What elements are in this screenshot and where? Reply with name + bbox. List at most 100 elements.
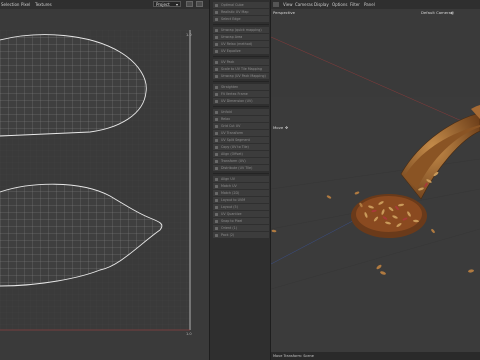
tool-label: Relax <box>221 117 231 121</box>
tool-label: Pack (2) <box>221 233 235 237</box>
tool-item[interactable]: UV Dimension (UV) <box>213 98 269 104</box>
tool-item[interactable]: Unwrap Area <box>213 34 269 40</box>
tool-label: UV Equalize <box>221 49 241 53</box>
menu-textures[interactable]: Textures <box>35 2 52 7</box>
tool-label: Fit Vertex Frame <box>221 92 248 96</box>
tool-icon <box>215 85 218 89</box>
tool-icon <box>215 10 218 14</box>
tool-icon <box>215 28 218 32</box>
tool-icon <box>215 198 218 202</box>
view-nav-icon[interactable] <box>273 2 279 7</box>
menu-filter[interactable]: Filter <box>350 2 360 7</box>
tool-label: UV Quantize <box>221 212 242 216</box>
tool-label: Unwrap Area <box>221 35 243 39</box>
tool-icon <box>215 191 218 195</box>
menu-selection[interactable]: Selection <box>1 2 19 7</box>
tool-item[interactable]: Fit Vertex Frame <box>213 91 269 97</box>
tool-label: Grid Cut UV <box>221 124 241 128</box>
tool-item[interactable]: Orient (1) <box>213 225 269 231</box>
tool-icon <box>215 166 218 170</box>
tool-item[interactable]: UV Relax (method) <box>213 41 269 47</box>
tool-item[interactable]: UV Split Segment <box>213 137 269 143</box>
menu-display[interactable]: Display <box>314 2 329 7</box>
tool-item[interactable]: Select Edge <box>213 16 269 22</box>
tool-item[interactable]: Realistic UV Map <box>213 9 269 15</box>
tool-item[interactable]: Relax <box>213 116 269 122</box>
menu-view[interactable]: View <box>283 2 293 7</box>
tool-icon <box>215 152 218 156</box>
chevron-down-icon: ▾ <box>175 2 178 7</box>
tool-icon <box>215 110 218 114</box>
tool-label: Layout (5) <box>221 205 238 209</box>
tool-icon <box>215 177 218 181</box>
tool-item[interactable]: Snap to Pixel <box>213 218 269 224</box>
tool-label: Unfold <box>221 110 232 114</box>
tool-item[interactable]: Distribute (UV Tile) <box>213 165 269 171</box>
tool-icon <box>215 35 218 39</box>
tool-icon <box>215 99 218 103</box>
tool-item[interactable]: Transform (UV) <box>213 158 269 164</box>
view-perspective-label[interactable]: Perspective <box>273 10 295 15</box>
tool-separator <box>213 173 269 174</box>
tool-label: Straighten <box>221 85 239 89</box>
tool-icon <box>215 117 218 121</box>
menu-panel[interactable]: Panel <box>364 2 375 7</box>
move-tool-label: Move <box>273 125 284 130</box>
tool-label: Align UV <box>221 177 235 181</box>
tool-item[interactable]: Copy (UV to Tile) <box>213 144 269 150</box>
uv-texture-toggle-icon[interactable] <box>196 1 203 7</box>
tool-item[interactable]: Layout (5) <box>213 204 269 210</box>
tool-item[interactable]: Unwrap (quick mapping) <box>213 27 269 33</box>
menu-options[interactable]: Options <box>332 2 347 7</box>
tool-item[interactable]: Align (Offset) <box>213 151 269 157</box>
tool-item[interactable]: Match UV <box>213 183 269 189</box>
tool-label: Copy (UV to Tile) <box>221 145 249 149</box>
tool-item[interactable]: Align UV <box>213 176 269 182</box>
tool-item[interactable]: Optimal Cube <box>213 2 269 8</box>
project-select-label: Project <box>156 2 170 7</box>
move-arrows-icon: ✥ <box>285 125 289 130</box>
tool-item[interactable]: Layout to UVM <box>213 197 269 203</box>
tool-item[interactable]: Grid Cut UV <box>213 123 269 129</box>
tool-label: UV Transform <box>221 131 244 135</box>
tool-item[interactable]: Scale to UV Tile Mapping <box>213 66 269 72</box>
uv-tick-bottom: 1.0 <box>186 332 192 336</box>
viewport-canvas[interactable]: Perspective Default Camera ◐ Move ✥ <box>271 9 480 352</box>
menu-cameras[interactable]: Cameras <box>295 2 313 7</box>
tool-item[interactable]: UV Transform <box>213 130 269 136</box>
viewport-scene[interactable] <box>271 9 480 352</box>
uv-canvas[interactable]: 1.0 1.0 <box>0 30 195 340</box>
uv-grid-toggle-icon[interactable] <box>186 1 193 7</box>
camera-label[interactable]: Default Camera <box>421 10 451 15</box>
tool-icon <box>215 159 218 163</box>
uv-tick-top: 1.0 <box>186 33 192 37</box>
menu-pixel[interactable]: Pixel <box>21 2 30 7</box>
tool-icon <box>215 74 218 78</box>
tool-icon <box>215 205 218 209</box>
status-text: Move Transform: Scene <box>273 354 314 358</box>
tool-label: Scale to UV Tile Mapping <box>221 67 262 71</box>
tool-label: UV Relax (method) <box>221 42 253 46</box>
3d-viewport: View Cameras Display Options Filter Pane… <box>271 0 480 360</box>
tool-item[interactable]: UV Equalize <box>213 48 269 54</box>
tool-label: UV Pack <box>221 60 235 64</box>
project-select[interactable]: Project ▾ <box>153 1 181 7</box>
tool-item[interactable]: Match (2D) <box>213 190 269 196</box>
tool-label: Select Edge <box>221 17 241 21</box>
tool-item[interactable]: Unwrap (UV Pack Mapping) <box>213 73 269 79</box>
tool-separator <box>213 81 269 82</box>
tool-icon <box>215 184 218 188</box>
tool-label: Distribute (UV Tile) <box>221 166 253 170</box>
tool-item[interactable]: Pack (2) <box>213 232 269 238</box>
tool-item[interactable]: Straighten <box>213 84 269 90</box>
uv-editor-panel: Selection Pixel Textures Project ▾ 1.0 1… <box>0 0 209 360</box>
tool-item[interactable]: UV Pack <box>213 59 269 65</box>
tool-item[interactable]: UV Quantize <box>213 211 269 217</box>
tool-item[interactable]: Unfold <box>213 109 269 115</box>
tool-label: Orient (1) <box>221 226 237 230</box>
tool-icon <box>215 138 218 142</box>
tool-label: Transform (UV) <box>221 159 246 163</box>
tool-label: Unwrap (UV Pack Mapping) <box>221 74 266 78</box>
tool-icon <box>215 67 218 71</box>
tool-icon <box>215 92 218 96</box>
